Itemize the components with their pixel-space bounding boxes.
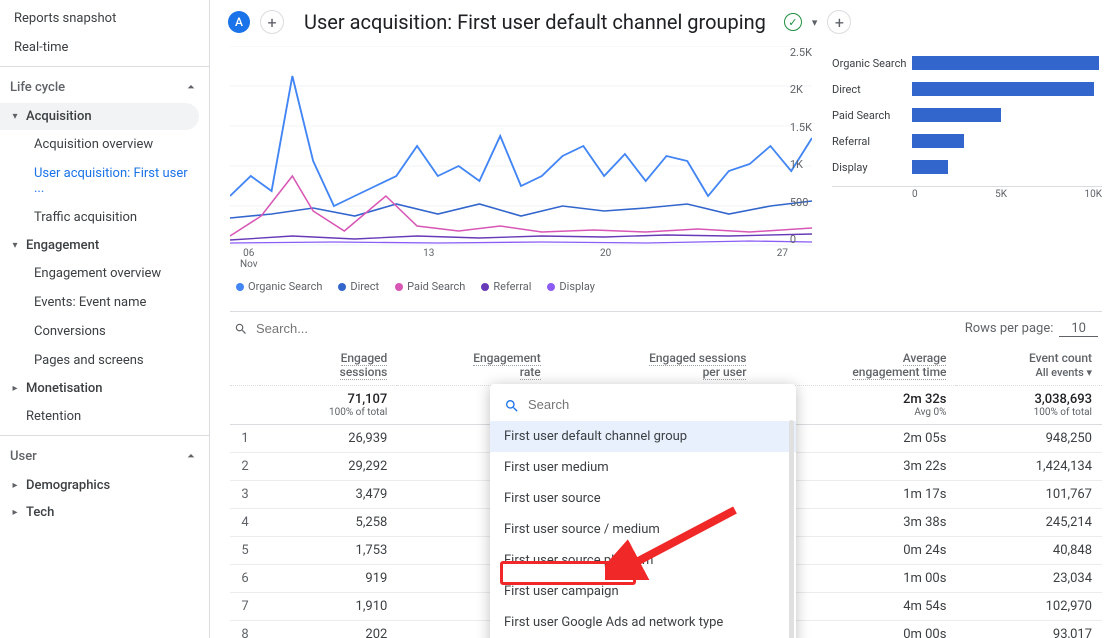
sidebar-group-label: Engagement (26, 238, 99, 253)
bar-label: Display (832, 161, 912, 174)
sidebar-item-traffic-acquisition[interactable]: Traffic acquisition (0, 203, 209, 232)
sidebar-group-engagement[interactable]: ▾ Engagement (0, 232, 209, 259)
chevron-down-icon: ▾ (10, 111, 20, 122)
table-search[interactable] (234, 320, 965, 337)
sidebar-section-label: Life cycle (10, 80, 65, 95)
bar-row: Organic Search (832, 56, 1102, 70)
sidebar-section-label: User (10, 449, 37, 464)
dropdown-item[interactable]: First user campaign (490, 576, 796, 607)
dropdown-item[interactable]: First user medium (490, 452, 796, 483)
bar-row: Direct (832, 82, 1102, 96)
verified-icon[interactable]: ✓ (784, 13, 802, 31)
table-search-input[interactable] (254, 320, 454, 337)
rows-per-page-label: Rows per page: (965, 321, 1054, 336)
sidebar-group-label: Acquisition (26, 109, 92, 124)
sidebar-item-retention[interactable]: Retention (0, 402, 209, 431)
line-chart: 2.5K2K 1.5K1K 5000 06Nov 13 20 27 Organi… (230, 46, 812, 301)
chevron-down-icon[interactable]: ▾ (812, 16, 818, 29)
dropdown-item[interactable]: First user source / medium (490, 514, 796, 545)
plus-icon: + (267, 13, 276, 32)
col-sessions-per-user[interactable]: Engaged sessionsper user (551, 345, 757, 386)
bar-label: Referral (832, 135, 912, 148)
bar-chart: Organic Search Direct Paid Search Referral D… (832, 46, 1102, 301)
col-event-count[interactable]: Event countAll events ▾ (956, 345, 1102, 386)
sidebar-group-label: Monetisation (26, 381, 103, 396)
page-header: A + User acquisition: First user default… (210, 0, 1116, 40)
chevron-down-icon: ▾ (10, 240, 20, 251)
dropdown-item[interactable]: First user source (490, 483, 796, 514)
sidebar-section-life-cycle[interactable]: Life cycle (0, 71, 209, 103)
add-comparison-button[interactable]: + (827, 10, 851, 34)
dropdown-search[interactable] (490, 390, 796, 421)
dropdown-item[interactable]: First user source platform (490, 545, 796, 576)
chevron-down-icon: ▾ (1086, 366, 1092, 379)
x-axis-ticks: 06Nov 13 20 27 (230, 246, 812, 270)
sidebar-item-events[interactable]: Events: Event name (0, 288, 209, 317)
chevron-right-icon: ▸ (10, 507, 20, 518)
sidebar-item-acquisition-overview[interactable]: Acquisition overview (0, 130, 209, 159)
dropdown-item[interactable]: First user Google Ads ad network type (490, 607, 796, 638)
sidebar-group-monetisation[interactable]: ▸ Monetisation (0, 375, 209, 402)
avatar[interactable]: A (228, 11, 250, 33)
dimension-dropdown: First user default channel groupFirst us… (490, 384, 796, 638)
chevron-right-icon: ▸ (10, 480, 20, 491)
col-engaged-sessions[interactable]: Engagedsessions (260, 345, 397, 386)
bar-label: Organic Search (832, 57, 912, 70)
search-icon (504, 398, 518, 412)
col-avg-engagement-time[interactable]: Averageengagement time (756, 345, 956, 386)
search-icon (234, 322, 248, 336)
chevron-right-icon: ▸ (10, 383, 20, 394)
bar-row: Paid Search (832, 108, 1102, 122)
chevron-up-icon (183, 448, 199, 464)
sidebar-item-user-acquisition[interactable]: User acquisition: First user ... (0, 159, 209, 203)
y-axis-ticks: 2.5K2K 1.5K1K 5000 (786, 46, 812, 246)
chevron-up-icon (183, 79, 199, 95)
bar-axis-ticks: 0 5K 10K (832, 186, 1102, 200)
main-content: A + User acquisition: First user default… (210, 0, 1116, 638)
dropdown-scrollbar[interactable] (789, 420, 794, 638)
bar-label: Direct (832, 83, 912, 96)
sidebar-group-demographics[interactable]: ▸ Demographics (0, 472, 209, 499)
bar-row: Referral (832, 134, 1102, 148)
plus-icon: + (835, 13, 844, 32)
sidebar-group-label: Demographics (26, 478, 110, 493)
bar-label: Paid Search (832, 109, 912, 122)
sidebar: Reports snapshot Real-time Life cycle ▾ … (0, 0, 210, 638)
dropdown-item[interactable]: First user default channel group (490, 421, 796, 452)
chart-legend: Organic Search Direct Paid Search Referr… (230, 270, 812, 301)
bar-row: Display (832, 160, 1102, 174)
rows-per-page-select[interactable]: 10 (1059, 321, 1098, 337)
sidebar-group-tech[interactable]: ▸ Tech (0, 499, 209, 526)
add-button[interactable]: + (260, 10, 284, 34)
sidebar-item-conversions[interactable]: Conversions (0, 317, 209, 346)
sidebar-item-real-time[interactable]: Real-time (0, 33, 209, 62)
sidebar-item-engagement-overview[interactable]: Engagement overview (0, 259, 209, 288)
sidebar-item-reports-snapshot[interactable]: Reports snapshot (0, 4, 209, 33)
sidebar-group-label: Tech (26, 505, 54, 520)
dropdown-search-input[interactable] (526, 396, 782, 413)
sidebar-group-acquisition[interactable]: ▾ Acquisition (0, 103, 199, 130)
sidebar-item-pages-screens[interactable]: Pages and screens (0, 346, 209, 375)
col-engagement-rate[interactable]: Engagementrate (397, 345, 550, 386)
page-title: User acquisition: First user default cha… (304, 10, 766, 34)
sidebar-section-user[interactable]: User (0, 440, 209, 472)
